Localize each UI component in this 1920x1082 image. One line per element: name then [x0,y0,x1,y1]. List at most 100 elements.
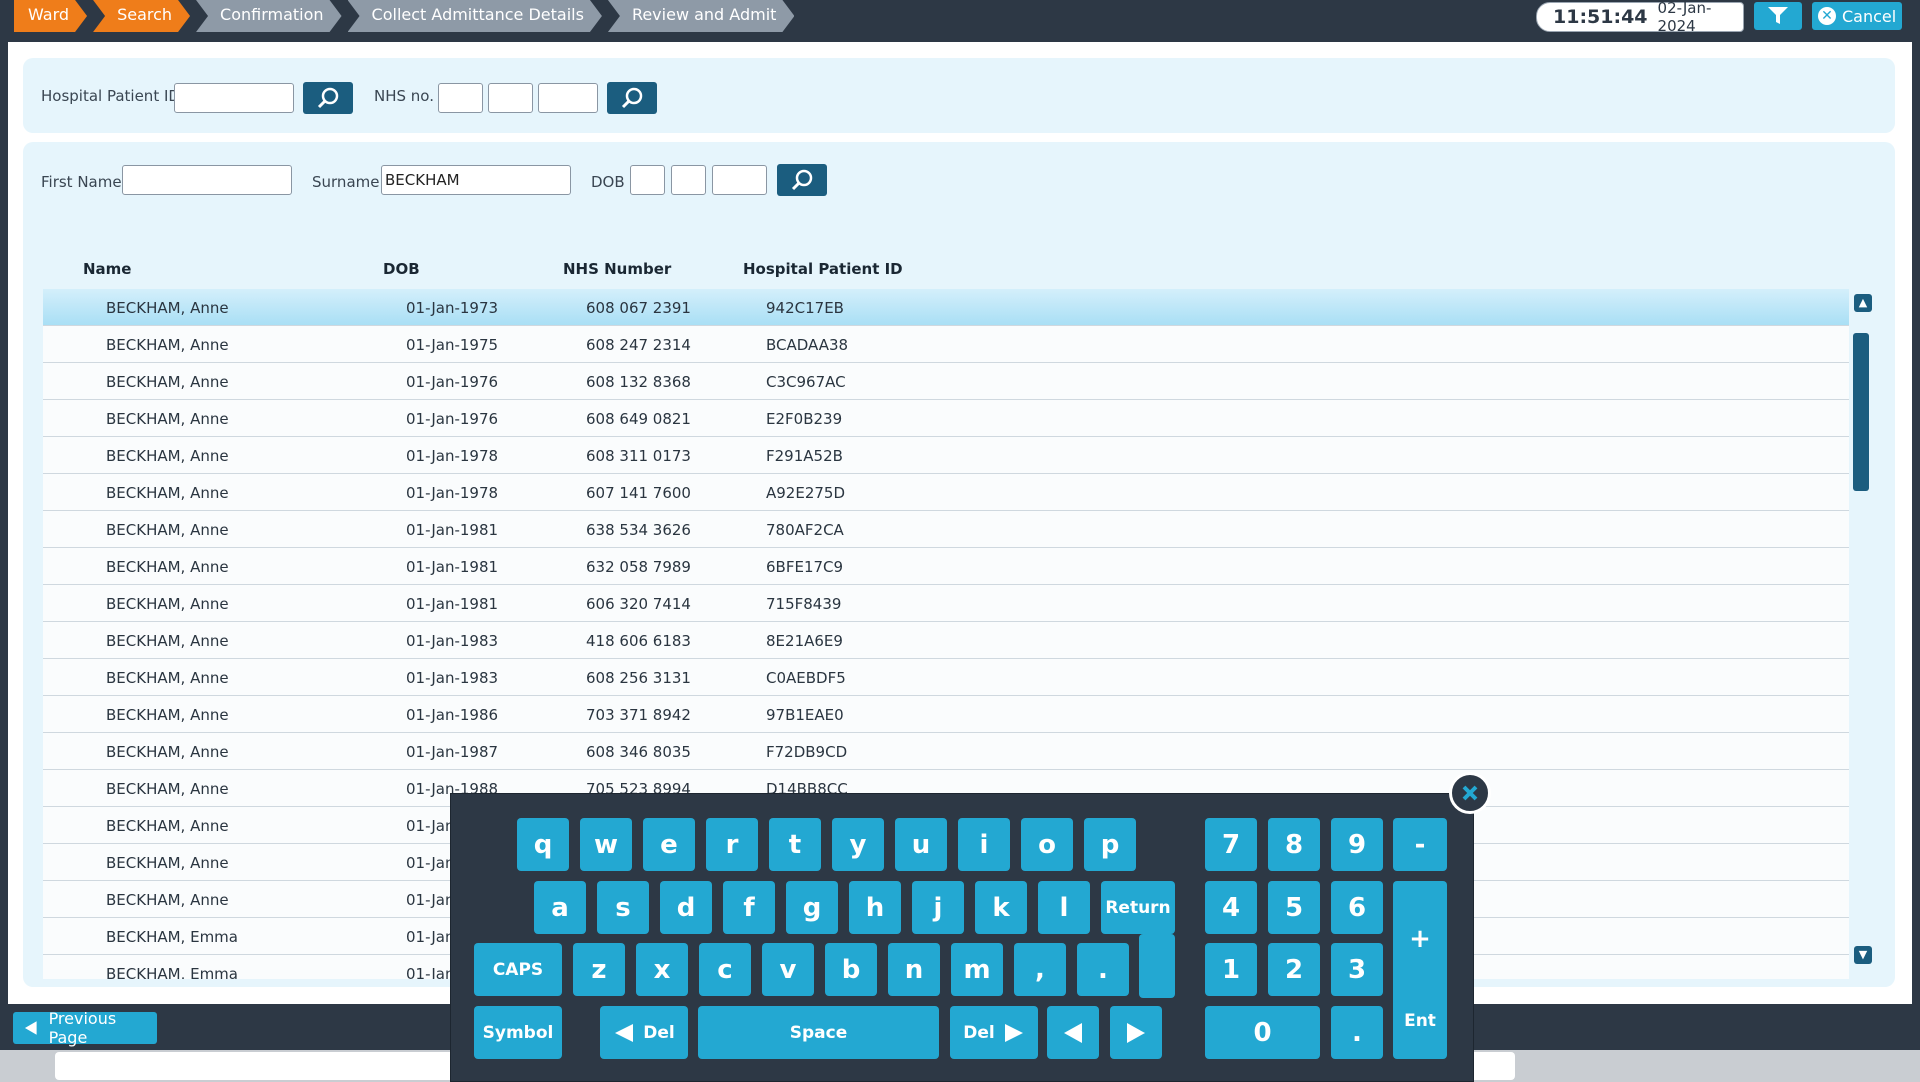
key-w[interactable]: w [580,818,632,871]
key-t[interactable]: t [769,818,821,871]
key-period[interactable]: . [1077,943,1129,996]
table-row[interactable]: BECKHAM, Anne 01-Jan-1976 608 649 0821 E2F0… [43,400,1849,437]
key-6[interactable]: 6 [1331,881,1383,934]
dob-month-input[interactable] [671,165,706,195]
crumb-ward[interactable]: Ward [14,0,87,32]
key-p[interactable]: p [1084,818,1136,871]
scroll-down-icon[interactable]: ▼ [1854,946,1872,964]
enter-key[interactable]: Ent [1393,983,1447,1059]
table-row[interactable]: BECKHAM, Anne 01-Jan-1981 606 320 7414 715F… [43,585,1849,622]
cell-name: BECKHAM, Emma [106,928,238,946]
key-1[interactable]: 1 [1205,943,1257,996]
key-s[interactable]: s [597,881,649,934]
table-row[interactable]: BECKHAM, Anne 01-Jan-1983 418 606 6183 8E21… [43,622,1849,659]
key-g[interactable]: g [786,881,838,934]
key-h[interactable]: h [849,881,901,934]
key-r[interactable]: r [706,818,758,871]
key-n[interactable]: n [888,943,940,996]
key-5[interactable]: 5 [1268,881,1320,934]
dob-year-input[interactable] [712,165,767,195]
key-z[interactable]: z [573,943,625,996]
key-9[interactable]: 9 [1331,818,1383,871]
keyboard-close-button[interactable] [1449,772,1491,814]
key-x[interactable]: x [636,943,688,996]
table-row[interactable]: BECKHAM, Anne 01-Jan-1973 608 067 2391 942C… [43,289,1849,326]
header-hospital-patient-id[interactable]: Hospital Patient ID [743,260,903,278]
scroll-up-icon[interactable]: ▲ [1854,294,1872,312]
table-row[interactable]: BECKHAM, Anne 01-Jan-1981 638 534 3626 780A… [43,511,1849,548]
table-row[interactable]: BECKHAM, Anne 01-Jan-1986 703 371 8942 97B1… [43,696,1849,733]
app-window: Ward Search Confirmation Collect Admitta… [0,0,1920,1082]
nhs-input-part1[interactable] [438,83,483,113]
filter-button[interactable] [1754,2,1802,30]
key-e[interactable]: e [643,818,695,871]
first-name-input[interactable] [122,165,292,195]
delete-right-key[interactable]: Del [950,1006,1038,1059]
key-3[interactable]: 3 [1331,943,1383,996]
table-row[interactable]: BECKHAM, Anne 01-Jan-1983 608 256 3131 C0AE… [43,659,1849,696]
key-y[interactable]: y [832,818,884,871]
key-m[interactable]: m [951,943,1003,996]
surname-input[interactable]: BECKHAM [381,165,571,195]
table-row[interactable]: BECKHAM, Anne 01-Jan-1978 608 311 0173 F291… [43,437,1849,474]
key-u[interactable]: u [895,818,947,871]
key-r-label: r [725,829,739,860]
key-o-label: o [1038,829,1056,860]
key-j[interactable]: j [912,881,964,934]
key-4[interactable]: 4 [1205,881,1257,934]
scrollbar-thumb[interactable] [1853,333,1869,491]
hospital-id-search-button[interactable] [303,82,353,114]
header-name[interactable]: Name [83,260,131,278]
delete-left-key[interactable]: Del [600,1006,688,1059]
key-b[interactable]: b [825,943,877,996]
cursor-right-key[interactable] [1110,1006,1162,1059]
key-q[interactable]: q [517,818,569,871]
return-key-stem[interactable] [1139,934,1175,998]
key-decimal[interactable]: . [1331,1006,1383,1059]
name-search-button[interactable] [777,164,827,196]
crumb-collect-admittance-details[interactable]: Collect Admittance Details [348,0,602,32]
table-row[interactable]: BECKHAM, Anne 01-Jan-1978 607 141 7600 A92E… [43,474,1849,511]
key-o[interactable]: o [1021,818,1073,871]
caps-key[interactable]: CAPS [474,943,562,996]
key-l[interactable]: l [1038,881,1090,934]
key-d[interactable]: d [660,881,712,934]
key-v[interactable]: v [762,943,814,996]
nhs-input-part3[interactable] [538,83,598,113]
table-row[interactable]: BECKHAM, Anne 01-Jan-1975 608 247 2314 BCAD… [43,326,1849,363]
key-plus-label: + [1409,923,1431,954]
key-i[interactable]: i [958,818,1010,871]
crumb-search[interactable]: Search [93,0,190,32]
header-nhs-number[interactable]: NHS Number [563,260,671,278]
previous-page-button[interactable]: Previous Page [13,1009,157,1047]
key-k[interactable]: k [975,881,1027,934]
key-comma[interactable]: , [1014,943,1066,996]
key-minus[interactable]: - [1393,818,1447,871]
symbol-key[interactable]: Symbol [474,1006,562,1059]
nhs-input-part2[interactable] [488,83,533,113]
key-plus[interactable]: + [1393,881,1447,996]
table-row[interactable]: BECKHAM, Anne 01-Jan-1987 608 346 8035 F72D… [43,733,1849,770]
crumb-review-and-admit[interactable]: Review and Admit [608,0,794,32]
cell-nhs-number: 608 649 0821 [586,410,691,428]
cancel-button[interactable]: ✕ Cancel [1812,2,1902,30]
nhs-search-button[interactable] [607,82,657,114]
hospital-id-input[interactable] [174,83,294,113]
left-arrow-icon [615,1023,634,1042]
key-0[interactable]: 0 [1205,1006,1320,1059]
return-key[interactable]: Return [1101,881,1175,934]
key-a[interactable]: a [534,881,586,934]
key-2[interactable]: 2 [1268,943,1320,996]
cursor-left-key[interactable] [1047,1006,1099,1059]
key-w-label: w [593,829,619,860]
dob-day-input[interactable] [630,165,665,195]
key-8[interactable]: 8 [1268,818,1320,871]
header-dob[interactable]: DOB [383,260,420,278]
table-row[interactable]: BECKHAM, Anne 01-Jan-1981 632 058 7989 6BFE… [43,548,1849,585]
table-row[interactable]: BECKHAM, Anne 01-Jan-1976 608 132 8368 C3C9… [43,363,1849,400]
crumb-confirmation[interactable]: Confirmation [196,0,342,32]
key-c[interactable]: c [699,943,751,996]
key-f[interactable]: f [723,881,775,934]
space-key[interactable]: Space [698,1006,939,1059]
key-7[interactable]: 7 [1205,818,1257,871]
